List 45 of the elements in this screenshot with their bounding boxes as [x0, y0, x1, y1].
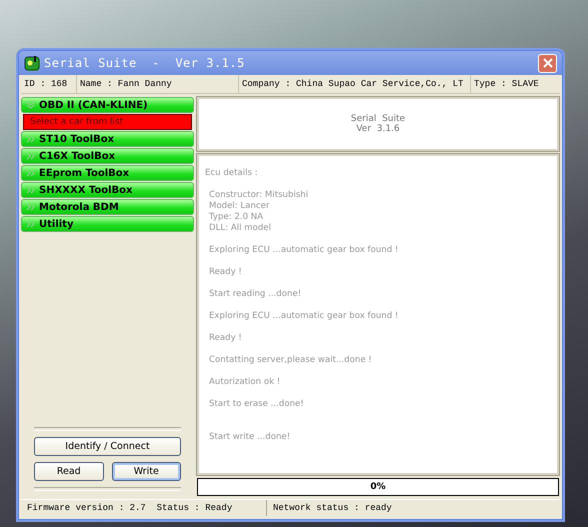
progress-reading: 0%: [370, 482, 386, 492]
log-line: Exploring ECU ...automatic gear box found !: [209, 311, 400, 322]
action-button[interactable]: Write: [112, 462, 181, 481]
info-field: ID : 168: [21, 75, 77, 93]
log-line: Start reading ...done!: [209, 289, 302, 300]
chevron-right-icon: [26, 169, 35, 177]
chevron-right-icon: [26, 220, 35, 228]
close-icon: [542, 58, 552, 68]
chevron-right-icon: [26, 186, 35, 194]
chevron-down-icon: [26, 101, 35, 109]
log-line: Contatting server,please wait...done !: [209, 355, 373, 366]
action-button[interactable]: Read: [34, 462, 104, 481]
log-line: Ready !: [209, 333, 243, 344]
log-line: Model: Lancer: [209, 201, 270, 212]
sidebar-item[interactable]: Motorola BDM: [21, 199, 194, 215]
header-text: Ver 3.1.6: [356, 124, 400, 134]
log-line: Start write ...done!: [209, 432, 292, 443]
status-text: Firmware version : 2.7 Status : Ready: [21, 500, 267, 516]
chevron-right-icon: [26, 135, 35, 143]
log-line: Autorization ok !: [209, 377, 282, 388]
sidebar-item[interactable]: Utility: [21, 216, 194, 232]
log-line: Ecu details :: [205, 168, 259, 179]
header-text: Serial Suite: [350, 114, 406, 124]
sidebar-item[interactable]: EEprom ToolBox: [21, 165, 194, 181]
log-line: Start to erase ...done!: [209, 399, 305, 410]
sidebar-item[interactable]: C16X ToolBox: [21, 148, 194, 164]
sidebar-item[interactable]: ST10 ToolBox: [21, 131, 194, 147]
window-title: Serial Suite - Ver 3.1.5: [44, 56, 246, 70]
info-field: Company : China Supao Car Service,Co., LT: [239, 75, 471, 93]
chevron-right-icon: [26, 203, 35, 211]
log-line: Type: 2.0 NA: [209, 212, 264, 223]
chevron-right-icon: [26, 152, 35, 160]
app-icon: [24, 55, 40, 71]
close-button[interactable]: [538, 54, 557, 72]
action-button[interactable]: Identify / Connect: [34, 437, 181, 456]
log-line: Constructor: Mitsubishi: [209, 190, 310, 201]
status-text: Network status : ready: [272, 502, 393, 515]
sidebar-item[interactable]: OBD II (CAN-KLINE): [21, 97, 194, 113]
log-line: DLL: All model: [209, 223, 272, 234]
log-line: Exploring ECU ...automatic gear box found !: [209, 245, 400, 256]
info-field: Type : SLAVE: [471, 75, 560, 93]
car-list-item[interactable]: Select a car from list: [23, 114, 192, 130]
log-line: Ready !: [209, 267, 243, 278]
sidebar-item[interactable]: SHXXXX ToolBox: [21, 182, 194, 198]
info-field: Name : Fann Danny: [77, 75, 239, 93]
